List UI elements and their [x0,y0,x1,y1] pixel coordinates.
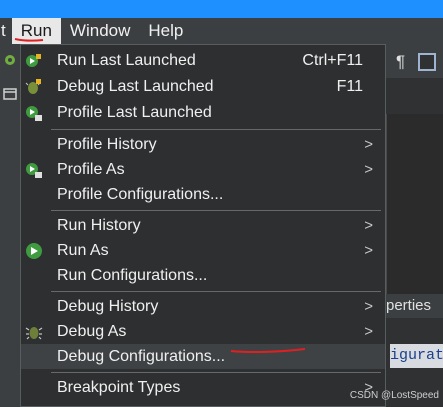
profile-as-icon [26,163,42,178]
menu-window[interactable]: Window [61,18,139,44]
menu-item-debug-last-launched[interactable]: Debug Last Launched F11 [21,74,385,99]
menu-item-label: Debug As [57,323,127,340]
toolbar-gear-icon[interactable] [2,52,18,68]
submenu-arrow-icon: > [364,217,373,234]
menu-item-shortcut: F11 [336,78,363,95]
menu-separator [51,129,381,130]
menu-separator [51,291,381,292]
configuration-text-fragment: igurat [390,344,443,368]
run-last-icon [26,54,41,67]
submenu-arrow-icon: > [364,242,373,259]
menu-item-profile-history[interactable]: Profile History > [21,132,385,157]
right-toolbar: ¶ [386,44,443,78]
menu-item-profile-configurations[interactable]: Profile Configurations... [21,182,385,207]
menu-item-run-history[interactable]: Run History > [21,213,385,238]
menu-item-debug-as[interactable]: Debug As > [21,319,385,344]
editor-panel [386,114,443,294]
menu-item-label: Run Configurations... [57,267,208,284]
maximize-view-icon[interactable] [418,53,436,71]
menu-item-profile-as[interactable]: Profile As > [21,157,385,182]
menu-separator [51,210,381,211]
show-whitespace-icon[interactable]: ¶ [396,52,405,72]
menu-item-label: Profile As [57,161,125,178]
title-bar-strip [0,0,443,18]
menu-item-run-as[interactable]: Run As > [21,238,385,263]
menu-item-label: Run History [57,217,141,234]
menu-item-breakpoint-types[interactable]: Breakpoint Types > [21,375,385,400]
menu-item-debug-history[interactable]: Debug History > [21,294,385,319]
menu-item-label: Debug Configurations... [57,348,226,365]
toolbar-window-icon[interactable] [2,86,18,102]
menu-help[interactable]: Help [139,18,192,44]
menu-item-label: Run Last Launched [57,52,196,69]
submenu-arrow-icon: > [364,161,373,178]
menu-item-label: Run As [57,242,109,259]
menu-item-run-configurations[interactable]: Run Configurations... [21,263,385,288]
menu-item-debug-configurations[interactable]: Debug Configurations... [21,344,385,369]
menu-item-label: Profile History [57,136,157,153]
menu-item-label: Profile Last Launched [57,104,212,121]
submenu-arrow-icon: > [364,136,373,153]
debug-last-icon [25,79,41,94]
submenu-arrow-icon: > [364,298,373,315]
red-annotation-mark-run [14,38,44,42]
left-toolbar [0,44,20,407]
menu-item-label: Debug Last Launched [57,78,214,95]
menu-item-profile-last-launched[interactable]: Profile Last Launched [21,100,385,125]
editor-area-background: ¶ perties igurat [386,44,443,407]
red-annotation-underline-debug-configurations [230,348,306,354]
profile-last-icon [26,106,42,121]
menu-item-run-last-launched[interactable]: Run Last Launched Ctrl+F11 [21,48,385,73]
menu-item-shortcut: Ctrl+F11 [302,52,363,69]
menu-item-label: Profile Configurations... [57,186,224,203]
menu-file-partial[interactable]: t [0,18,12,44]
menu-separator [51,372,381,373]
watermark-text: CSDN @LostSpeed [349,390,439,401]
properties-tab[interactable]: perties [386,294,443,318]
menu-item-label: Breakpoint Types [57,379,181,396]
run-as-icon [26,243,42,259]
run-menu-dropdown: Run Last Launched Ctrl+F11 Debug Last La… [20,44,386,407]
menu-item-label: Debug History [57,298,159,315]
submenu-arrow-icon: > [364,323,373,340]
bug-icon [25,327,43,340]
menu-bar: t Run Window Help [0,18,443,45]
